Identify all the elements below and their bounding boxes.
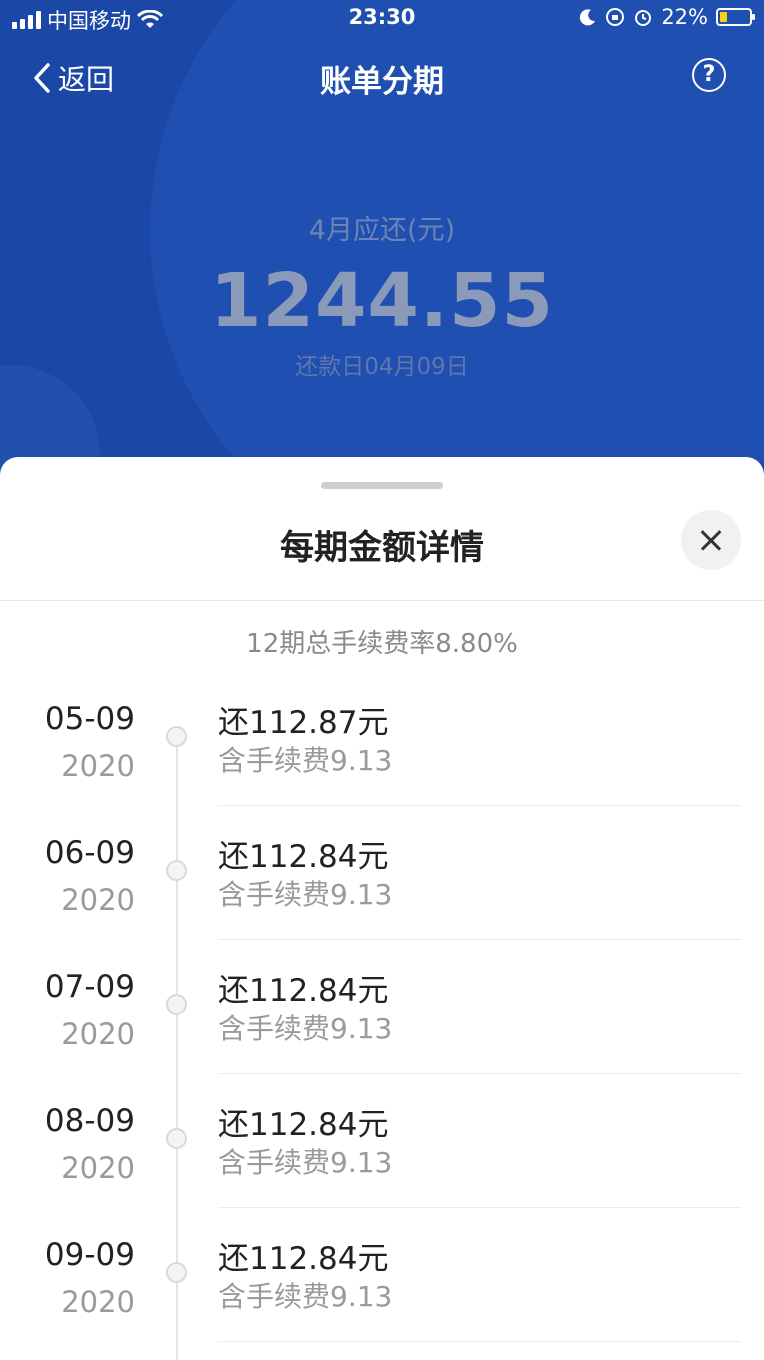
due-amount: 1244.55 — [209, 258, 555, 344]
question-circle-icon: ? — [702, 62, 716, 87]
installment-row: 08-09 2020 还112.84元 含手续费9.13 — [0, 1099, 764, 1233]
installment-year: 2020 — [61, 1017, 135, 1051]
installment-row: 07-09 2020 还112.84元 含手续费9.13 — [0, 965, 764, 1099]
timeline-dot — [166, 860, 187, 881]
timeline-dot — [166, 994, 187, 1015]
row-divider — [218, 1073, 741, 1074]
timeline-dot — [166, 1128, 187, 1149]
status-bar: 中国移动 23:30 22% — [0, 0, 764, 36]
installment-year: 2020 — [61, 1151, 135, 1185]
installment-amount: 还112.84元 — [218, 973, 389, 1009]
installment-row: 09-09 2020 还112.84元 含手续费9.13 — [0, 1233, 764, 1360]
installment-detail-sheet: 每期金额详情 12期总手续费率8.80% 05-09 2020 还112.87元… — [0, 457, 764, 1360]
due-date: 还款日04月09日 — [295, 354, 469, 380]
installment-year: 2020 — [61, 1285, 135, 1319]
moon-icon — [580, 9, 596, 26]
timeline-dot — [166, 726, 187, 747]
help-button[interactable]: ? — [692, 58, 726, 92]
installment-amount: 还112.84元 — [218, 839, 389, 875]
orientation-lock-icon — [606, 8, 625, 26]
installment-date: 08-09 — [44, 1103, 135, 1139]
installment-year: 2020 — [61, 883, 135, 917]
sheet-grabber[interactable] — [321, 482, 443, 489]
installment-fee: 含手续费9.13 — [218, 1146, 393, 1179]
battery-percent: 22% — [661, 5, 708, 29]
installment-date: 05-09 — [44, 701, 135, 737]
installment-fee: 含手续费9.13 — [218, 1012, 393, 1045]
installment-amount: 还112.84元 — [218, 1107, 389, 1143]
row-divider — [218, 1341, 741, 1342]
alarm-icon — [635, 10, 652, 26]
row-divider — [218, 805, 741, 806]
installment-fee: 含手续费9.13 — [218, 1280, 393, 1313]
installment-fee: 含手续费9.13 — [218, 744, 393, 777]
page-title: 账单分期 — [320, 64, 444, 100]
nav-bar: 返回 账单分期 ? — [0, 48, 764, 108]
installment-date: 07-09 — [44, 969, 135, 1005]
total-fee-rate: 12期总手续费率8.80% — [246, 629, 518, 659]
status-right: 22% — [579, 5, 755, 29]
installment-date: 09-09 — [44, 1237, 135, 1273]
installment-row: 05-09 2020 还112.87元 含手续费9.13 — [0, 697, 764, 831]
installment-row: 06-09 2020 还112.84元 含手续费9.13 — [0, 831, 764, 965]
installment-amount: 还112.84元 — [218, 1241, 389, 1277]
installment-year: 2020 — [61, 749, 135, 783]
installment-fee: 含手续费9.13 — [218, 878, 393, 911]
installment-amount: 还112.87元 — [218, 705, 389, 741]
divider — [0, 600, 764, 601]
close-button[interactable] — [681, 510, 741, 570]
due-label: 4月应还(元) — [308, 215, 456, 246]
battery-icon — [716, 8, 755, 26]
installment-date: 06-09 — [44, 835, 135, 871]
sheet-title: 每期金额详情 — [280, 528, 484, 568]
row-divider — [218, 1207, 741, 1208]
header-background: 中国移动 23:30 22% 返回 账单分期 ? 4月应还(元) 1244.55… — [0, 0, 764, 500]
timeline-dot — [166, 1262, 187, 1283]
row-divider — [218, 939, 741, 940]
